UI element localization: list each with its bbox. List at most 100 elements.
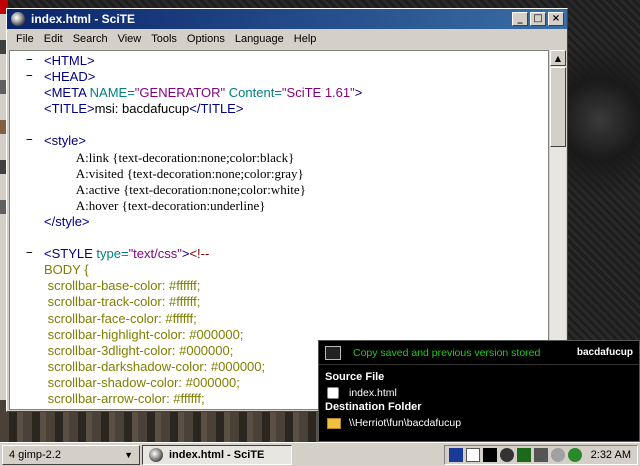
code-token: </style> (44, 213, 90, 229)
source-file-value: index.html (349, 387, 397, 399)
code-line: A:visited {text-decoration:none;color:gr… (10, 166, 548, 182)
code-token: <HEAD> (44, 69, 96, 85)
code-text: A:link {text-decoration:none;color:black… (44, 150, 295, 166)
code-line: BODY { (10, 262, 548, 278)
menu-view[interactable]: View (113, 33, 147, 45)
code-line: − <STYLE type="text/css"><!-- (10, 246, 548, 262)
code-line: A:link {text-decoration:none;color:black… (10, 150, 548, 166)
code-text: <HEAD> (44, 69, 95, 85)
code-text: scrollbar-shadow-color: #000000; (44, 375, 240, 391)
code-token: NAME= (89, 85, 135, 101)
code-token: A:visited {text-decoration:none;color:gr… (44, 165, 304, 181)
tray-volume-icon[interactable] (533, 447, 548, 462)
tray-document-icon[interactable] (465, 447, 480, 462)
code-line: <META NAME="GENERATOR" Content="SciTE 1.… (10, 85, 548, 101)
tray-globe-icon[interactable] (499, 447, 514, 462)
code-text: scrollbar-track-color: #ffffff; (44, 294, 201, 310)
menu-bar: File Edit Search View Tools Options Lang… (7, 29, 567, 48)
code-token: <!-- (189, 246, 210, 262)
code-token: <STYLE (44, 246, 97, 262)
code-token: Content= (225, 85, 282, 101)
code-token: scrollbar-base-color: #ffffff; (44, 278, 201, 294)
code-token: <HTML> (44, 53, 95, 68)
destination-folder-label: Destination Folder (325, 401, 422, 413)
code-line: <TITLE>msi: bacdafucup</TITLE> (10, 101, 548, 117)
tray-settings-icon[interactable] (550, 447, 565, 462)
fold-marker-icon[interactable]: − (26, 246, 36, 259)
chevron-down-icon[interactable]: ▼ (124, 450, 133, 460)
code-token: type= (96, 246, 129, 262)
taskbar-clock[interactable]: 2:32 AM (591, 449, 631, 461)
code-line: − <style> (10, 133, 548, 149)
tray-network-icon[interactable] (448, 447, 463, 462)
minimize-button[interactable]: _ (512, 12, 528, 26)
scite-taskbar-icon (149, 447, 163, 462)
code-line: A:hover {text-decoration:underline} (10, 198, 548, 214)
menu-options[interactable]: Options (182, 33, 230, 45)
notification-monitor-icon (325, 345, 341, 360)
code-token: <TITLE> (44, 101, 95, 117)
code-token: scrollbar-highlight-color: #000000; (44, 326, 244, 342)
fold-marker-icon[interactable]: − (26, 133, 36, 146)
code-token: A:hover {text-decoration:underline} (44, 197, 266, 213)
code-text: A:visited {text-decoration:none;color:gr… (44, 166, 304, 182)
code-token: scrollbar-darkshadow-color: #000000; (44, 358, 266, 374)
fold-marker-icon[interactable]: − (26, 53, 36, 66)
source-file-label: Source File (325, 371, 385, 383)
close-button[interactable]: × (548, 12, 564, 26)
code-token: scrollbar-shadow-color: #000000; (44, 374, 240, 390)
notification-message: Copy saved and previous version stored (353, 346, 541, 359)
menu-tools[interactable]: Tools (146, 33, 182, 45)
menu-file[interactable]: File (11, 33, 39, 45)
taskbar-gimp-label: 4 gimp-2.2 (9, 448, 61, 461)
code-text: scrollbar-base-color: #ffffff; (44, 278, 201, 294)
code-token: msi: bacdafucup (94, 101, 190, 117)
taskbar-button-gimp[interactable]: 4 gimp-2.2 ▼ (2, 444, 140, 465)
menu-language[interactable]: Language (230, 33, 289, 45)
window-title: index.html - SciTE (31, 12, 136, 26)
code-line: A:active {text-decoration:none;color:whi… (10, 182, 548, 198)
tray-shield-icon[interactable] (516, 447, 531, 462)
source-file-row: index.html (325, 385, 633, 401)
scite-app-icon[interactable] (11, 12, 25, 26)
code-token: scrollbar-3dlight-color: #000000; (44, 342, 234, 358)
scroll-up-arrow-icon[interactable]: ▲ (550, 50, 566, 66)
taskbar: 4 gimp-2.2 ▼ index.html - SciTE 2:32 AM (0, 442, 640, 466)
code-text: <HTML> (44, 53, 95, 69)
taskbar-button-scite[interactable]: index.html - SciTE (142, 444, 292, 465)
backup-notification-popup[interactable]: Copy saved and previous version stored b… (318, 340, 640, 442)
title-bar[interactable]: index.html - SciTE _ □ × (7, 9, 567, 29)
code-line: − <HTML> (10, 53, 548, 69)
tray-monitor-icon[interactable] (482, 447, 497, 462)
code-token: "text/css" (128, 246, 182, 262)
folder-icon (327, 417, 341, 429)
scroll-thumb[interactable] (550, 67, 566, 147)
code-text: scrollbar-arrow-color: #ffffff; (44, 391, 205, 407)
code-text: </style> (44, 214, 90, 230)
taskbar-scite-label: index.html - SciTE (169, 448, 265, 461)
code-token: <META (44, 85, 90, 101)
code-line: scrollbar-face-color: #ffffff; (10, 311, 548, 327)
code-text: scrollbar-darkshadow-color: #000000; (44, 358, 266, 375)
menu-search[interactable]: Search (68, 33, 113, 45)
code-text: <TITLE>msi: bacdafucup</TITLE> (44, 101, 243, 117)
code-token: scrollbar-arrow-color: #ffffff; (44, 390, 205, 406)
system-tray: 2:32 AM (443, 444, 638, 465)
file-icon (327, 387, 339, 399)
destination-folder-row: \\Herriot\fun\bacdafucup (325, 415, 633, 431)
code-line: </style> (10, 214, 548, 230)
code-token: "GENERATOR" (134, 85, 226, 101)
tray-status-icon[interactable] (567, 447, 582, 462)
maximize-button[interactable]: □ (530, 12, 546, 26)
notification-header: Copy saved and previous version stored b… (319, 341, 639, 365)
menu-help[interactable]: Help (289, 33, 322, 45)
fold-marker-icon[interactable]: − (26, 69, 36, 82)
menu-edit[interactable]: Edit (39, 33, 68, 45)
code-token: scrollbar-face-color: #ffffff; (44, 310, 197, 326)
code-line: − <HEAD> (10, 69, 548, 85)
destination-folder-value: \\Herriot\fun\bacdafucup (349, 417, 462, 429)
code-text: A:hover {text-decoration:underline} (44, 198, 266, 214)
code-text: scrollbar-3dlight-color: #000000; (44, 342, 234, 359)
